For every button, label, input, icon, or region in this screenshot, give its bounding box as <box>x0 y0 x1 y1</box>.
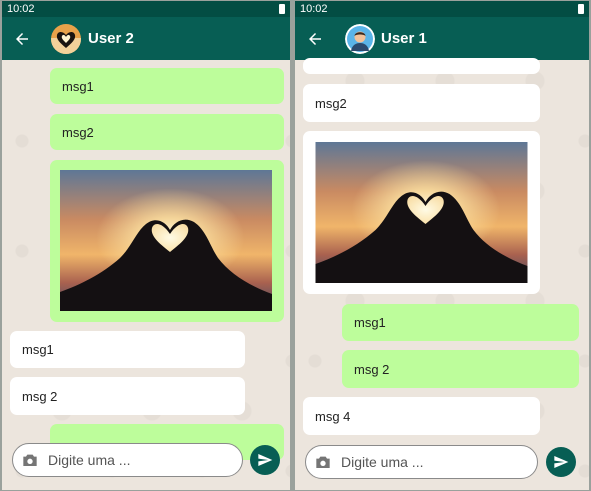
input-placeholder: Digite uma ... <box>341 454 424 470</box>
send-icon <box>258 454 273 466</box>
heart-hands-image <box>315 142 528 283</box>
camera-icon[interactable] <box>22 453 38 467</box>
message-bubble-sent[interactable]: msg1 <box>342 304 579 341</box>
back-arrow-icon[interactable] <box>13 30 31 48</box>
message-text: msg 4 <box>315 408 351 424</box>
battery-icon <box>279 4 285 14</box>
message-bubble-received[interactable]: msg 4 <box>303 397 540 435</box>
chat-screen-right: 10:02 User 1 msg2 msg1 msg 2 msg 4 Digit… <box>295 1 589 490</box>
heart-hands-image <box>60 170 272 311</box>
status-time: 10:02 <box>7 3 35 15</box>
battery-icon <box>578 4 584 14</box>
message-input[interactable]: Digite uma ... <box>12 443 243 477</box>
send-button[interactable] <box>250 445 280 475</box>
message-bubble-received[interactable] <box>303 58 540 74</box>
message-text: msg1 <box>354 315 386 330</box>
app-bar: User 2 <box>2 17 290 60</box>
message-bubble-sent[interactable]: msg1 <box>50 68 284 104</box>
image-message-bubble[interactable] <box>50 160 284 322</box>
app-bar: User 1 <box>295 17 589 60</box>
message-input[interactable]: Digite uma ... <box>305 445 538 479</box>
status-bar: 10:02 <box>2 1 290 17</box>
contact-avatar[interactable] <box>51 24 81 54</box>
message-text: msg2 <box>315 95 347 111</box>
contact-avatar[interactable] <box>345 24 375 54</box>
message-text: msg1 <box>22 342 54 357</box>
message-text: msg 2 <box>22 388 58 404</box>
back-arrow-icon[interactable] <box>306 30 324 48</box>
send-icon <box>554 456 569 468</box>
contact-name[interactable]: User 1 <box>381 30 427 47</box>
contact-name[interactable]: User 2 <box>88 30 134 47</box>
status-time: 10:02 <box>300 3 328 15</box>
status-bar: 10:02 <box>295 1 589 17</box>
send-button[interactable] <box>546 447 576 477</box>
image-message-bubble[interactable] <box>303 131 540 294</box>
chat-screen-left: 10:02 User 2 msg1 msg2 msg1 msg 2 Digite… <box>2 1 290 490</box>
message-text: msg2 <box>62 124 94 140</box>
message-bubble-received[interactable]: msg 2 <box>10 377 245 415</box>
input-placeholder: Digite uma ... <box>48 452 131 468</box>
message-bubble-received[interactable]: msg2 <box>303 84 540 122</box>
camera-icon[interactable] <box>315 455 331 469</box>
message-text: msg 2 <box>354 361 390 377</box>
message-text: msg1 <box>62 78 94 94</box>
message-bubble-sent[interactable]: msg 2 <box>342 350 579 388</box>
message-bubble-received[interactable]: msg1 <box>10 331 245 368</box>
message-bubble-sent[interactable]: msg2 <box>50 114 284 150</box>
